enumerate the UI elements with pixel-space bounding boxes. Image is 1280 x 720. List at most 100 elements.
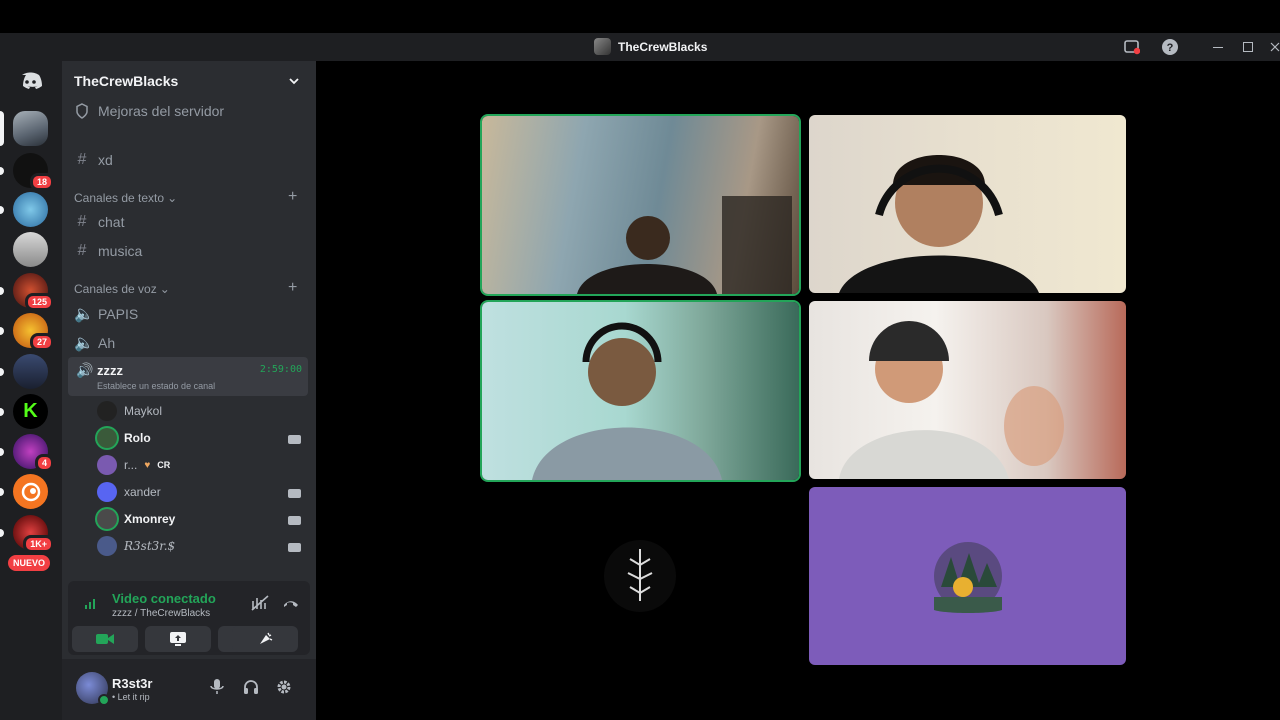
server-thumbnail-icon	[594, 38, 611, 55]
channel-status[interactable]: Establece un estado de canal	[97, 381, 215, 391]
avatar-tile	[604, 540, 676, 612]
server-icon-4[interactable]	[13, 232, 48, 267]
server-header[interactable]: TheCrewBlacks	[62, 61, 316, 101]
camera-button[interactable]	[72, 626, 138, 652]
participant-video	[839, 321, 1064, 479]
heart-icon: ♥	[144, 459, 151, 471]
server-avatar	[13, 192, 48, 227]
video-tile-6[interactable]	[809, 487, 1126, 665]
video-tile-1[interactable]	[482, 116, 799, 294]
inbox-icon[interactable]	[1122, 37, 1142, 57]
voice-user-r[interactable]: r... ♥ CR	[97, 455, 170, 475]
mention-badge: 1K+	[23, 535, 54, 553]
voice-user-name: R3st3r.$	[124, 539, 176, 553]
connection-status[interactable]: Video conectado	[112, 591, 216, 606]
server-icon-3[interactable]	[0, 192, 48, 227]
chevron-down-icon	[289, 78, 299, 85]
server-icon-thecrewblacks[interactable]	[0, 111, 48, 146]
boost-shield-icon	[76, 103, 88, 119]
window-title: TheCrewBlacks	[618, 39, 708, 54]
hash-icon: #	[77, 213, 87, 230]
video-tile-5[interactable]	[480, 487, 797, 665]
avatar	[97, 536, 117, 556]
speaker-active-icon: 🔊	[76, 362, 94, 378]
voice-user-r3st3r[interactable]: R3st3r.$	[97, 536, 175, 556]
voice-user-maykol[interactable]: Maykol	[97, 401, 162, 421]
add-text-channel-plus-icon[interactable]: +	[288, 188, 297, 206]
username[interactable]: R3st3r	[112, 676, 152, 691]
channel-chat[interactable]: # chat	[74, 213, 125, 231]
add-voice-channel-plus-icon[interactable]: +	[288, 279, 297, 297]
boost-item[interactable]: Mejoras del servidor	[74, 103, 224, 119]
guild-tag: CR	[157, 460, 171, 470]
voice-channel-ah[interactable]: 🔈 Ah	[74, 333, 115, 353]
server-icon-11[interactable]: 1K+	[0, 515, 54, 553]
maximize-icon[interactable]	[1238, 37, 1258, 57]
video-tile-2[interactable]	[809, 115, 1126, 293]
noise-suppression-icon[interactable]	[251, 595, 269, 614]
headphones-icon[interactable]	[243, 679, 259, 699]
avatar	[97, 401, 117, 421]
channel-name: Ah	[98, 335, 116, 351]
server-icon-kick[interactable]: K	[0, 394, 48, 429]
soundboard-button[interactable]	[232, 626, 298, 652]
video-tile-3[interactable]	[482, 302, 799, 480]
camera-icon	[96, 634, 114, 644]
avatar-tile	[934, 542, 1002, 613]
channel-name: xd	[98, 152, 113, 168]
server-icon-7[interactable]	[0, 354, 48, 389]
svg-text:?: ?	[1167, 42, 1174, 54]
voice-user-xmonrey[interactable]: Xmonrey	[97, 509, 175, 529]
help-icon[interactable]: ?	[1160, 37, 1180, 57]
video-tile-4[interactable]	[809, 301, 1126, 479]
unread-pill	[0, 287, 4, 295]
disconnect-icon[interactable]	[282, 595, 300, 614]
call-timer: 2:59:00	[259, 364, 302, 375]
speaker-icon: 🔈	[74, 335, 94, 352]
camera-icon	[288, 543, 301, 552]
channel-name: chat	[98, 214, 125, 230]
voice-user-name: Xmonrey	[124, 512, 176, 526]
chevron-down-icon: ⌄	[167, 191, 178, 205]
screen-share-button[interactable]	[145, 626, 211, 652]
server-icon-crunchyroll[interactable]	[0, 474, 48, 509]
server-icon-6[interactable]: 27	[0, 313, 54, 351]
camera-icon	[288, 435, 301, 444]
active-voice-channel[interactable]: 🔊 zzzz 2:59:00 Establece un estado de ca…	[68, 357, 308, 396]
category-label: Canales de voz	[74, 282, 157, 296]
voice-user-name: Rolo	[124, 431, 151, 445]
server-icon-5[interactable]: 125	[0, 273, 54, 311]
mic-icon[interactable]	[210, 679, 224, 699]
category-text[interactable]: Canales de texto ⌄	[74, 191, 177, 205]
discord-home-button[interactable]	[13, 63, 48, 98]
server-icon-2[interactable]: 18	[0, 153, 54, 191]
unread-pill	[0, 448, 4, 456]
voice-user-xander[interactable]: xander	[97, 482, 161, 502]
kick-logo-icon: K	[23, 400, 38, 422]
unread-pill	[0, 408, 4, 416]
close-icon[interactable]	[1265, 37, 1280, 57]
gear-icon[interactable]	[276, 679, 292, 699]
category-label: Canales de texto	[74, 191, 165, 205]
voice-user-name: r...	[124, 458, 138, 472]
hash-icon: #	[77, 242, 87, 259]
voice-channel-papis[interactable]: 🔈 PAPIS	[74, 304, 138, 324]
minimize-icon[interactable]	[1208, 37, 1228, 57]
discord-logo-icon	[22, 72, 42, 89]
voice-user-rolo[interactable]: Rolo	[97, 428, 151, 448]
screen-share-icon	[170, 632, 186, 646]
custom-status: • Let it rip	[112, 692, 150, 702]
connection-location[interactable]: zzzz / TheCrewBlacks	[112, 608, 210, 619]
unread-pill	[0, 167, 4, 175]
category-voice[interactable]: Canales de voz ⌄	[74, 282, 170, 296]
soundboard-icon	[260, 632, 273, 644]
mention-badge: 4	[34, 454, 54, 472]
server-icon-9[interactable]: 4	[0, 434, 54, 472]
selected-server-pill	[0, 111, 4, 146]
channel-xd[interactable]: # xd	[74, 151, 113, 169]
unread-pill	[0, 368, 4, 376]
server-avatar: K	[13, 394, 48, 429]
speaker-icon: 🔈	[74, 306, 94, 323]
channel-musica[interactable]: # musica	[74, 242, 143, 260]
signal-icon[interactable]	[84, 596, 98, 613]
